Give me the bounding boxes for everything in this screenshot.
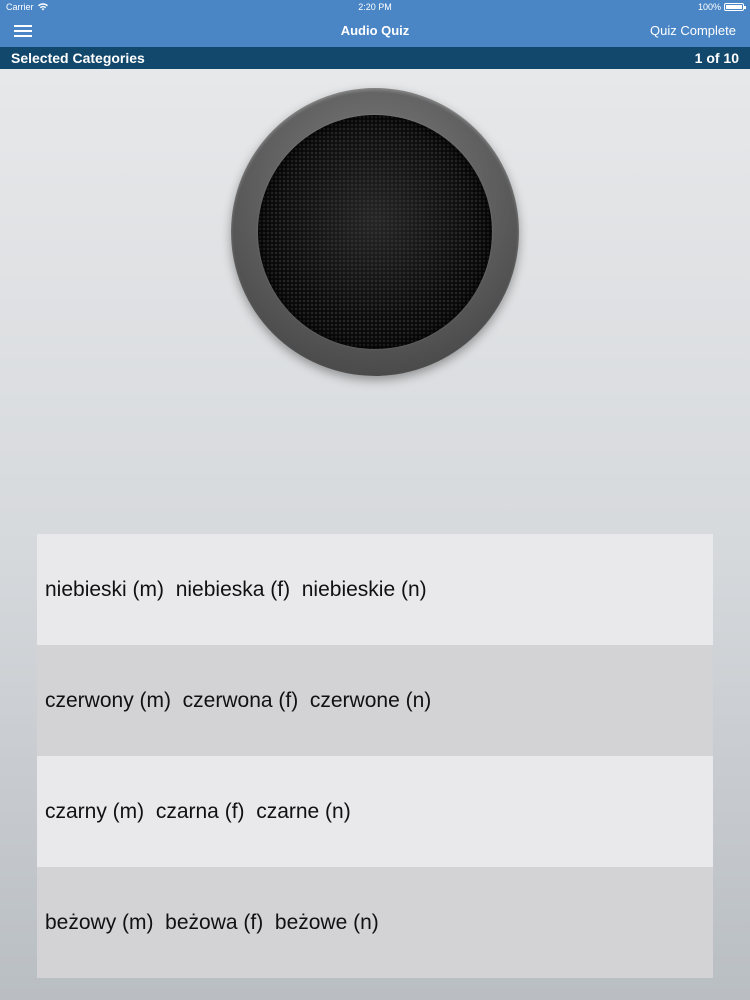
page-title: Audio Quiz bbox=[340, 23, 410, 38]
answer-option-1[interactable]: niebieski (m) niebieska (f) niebieskie (… bbox=[37, 534, 713, 645]
quiz-complete-button[interactable]: Quiz Complete bbox=[650, 23, 736, 38]
answer-option-2[interactable]: czerwony (m) czerwona (f) czerwone (n) bbox=[37, 645, 713, 756]
battery-percent: 100% bbox=[697, 2, 721, 12]
answer-option-4[interactable]: beżowy (m) beżowa (f) beżowe (n) bbox=[37, 867, 713, 978]
speaker-play-icon[interactable] bbox=[231, 88, 519, 376]
speaker-grille bbox=[258, 115, 492, 349]
category-bar: Selected Categories 1 of 10 bbox=[0, 47, 750, 69]
clock: 2:20 PM bbox=[358, 2, 392, 12]
status-bar: Carrier 2:20 PM 100% bbox=[0, 0, 750, 14]
navigation-bar: Audio Quiz Quiz Complete bbox=[0, 14, 750, 47]
question-progress: 1 of 10 bbox=[694, 50, 739, 66]
battery-indicator: 100% bbox=[697, 2, 746, 12]
answer-option-3[interactable]: czarny (m) czarna (f) czarne (n) bbox=[37, 756, 713, 867]
answer-list: niebieski (m) niebieska (f) niebieskie (… bbox=[37, 534, 713, 978]
selected-categories-label: Selected Categories bbox=[11, 50, 145, 66]
battery-icon bbox=[724, 3, 746, 11]
